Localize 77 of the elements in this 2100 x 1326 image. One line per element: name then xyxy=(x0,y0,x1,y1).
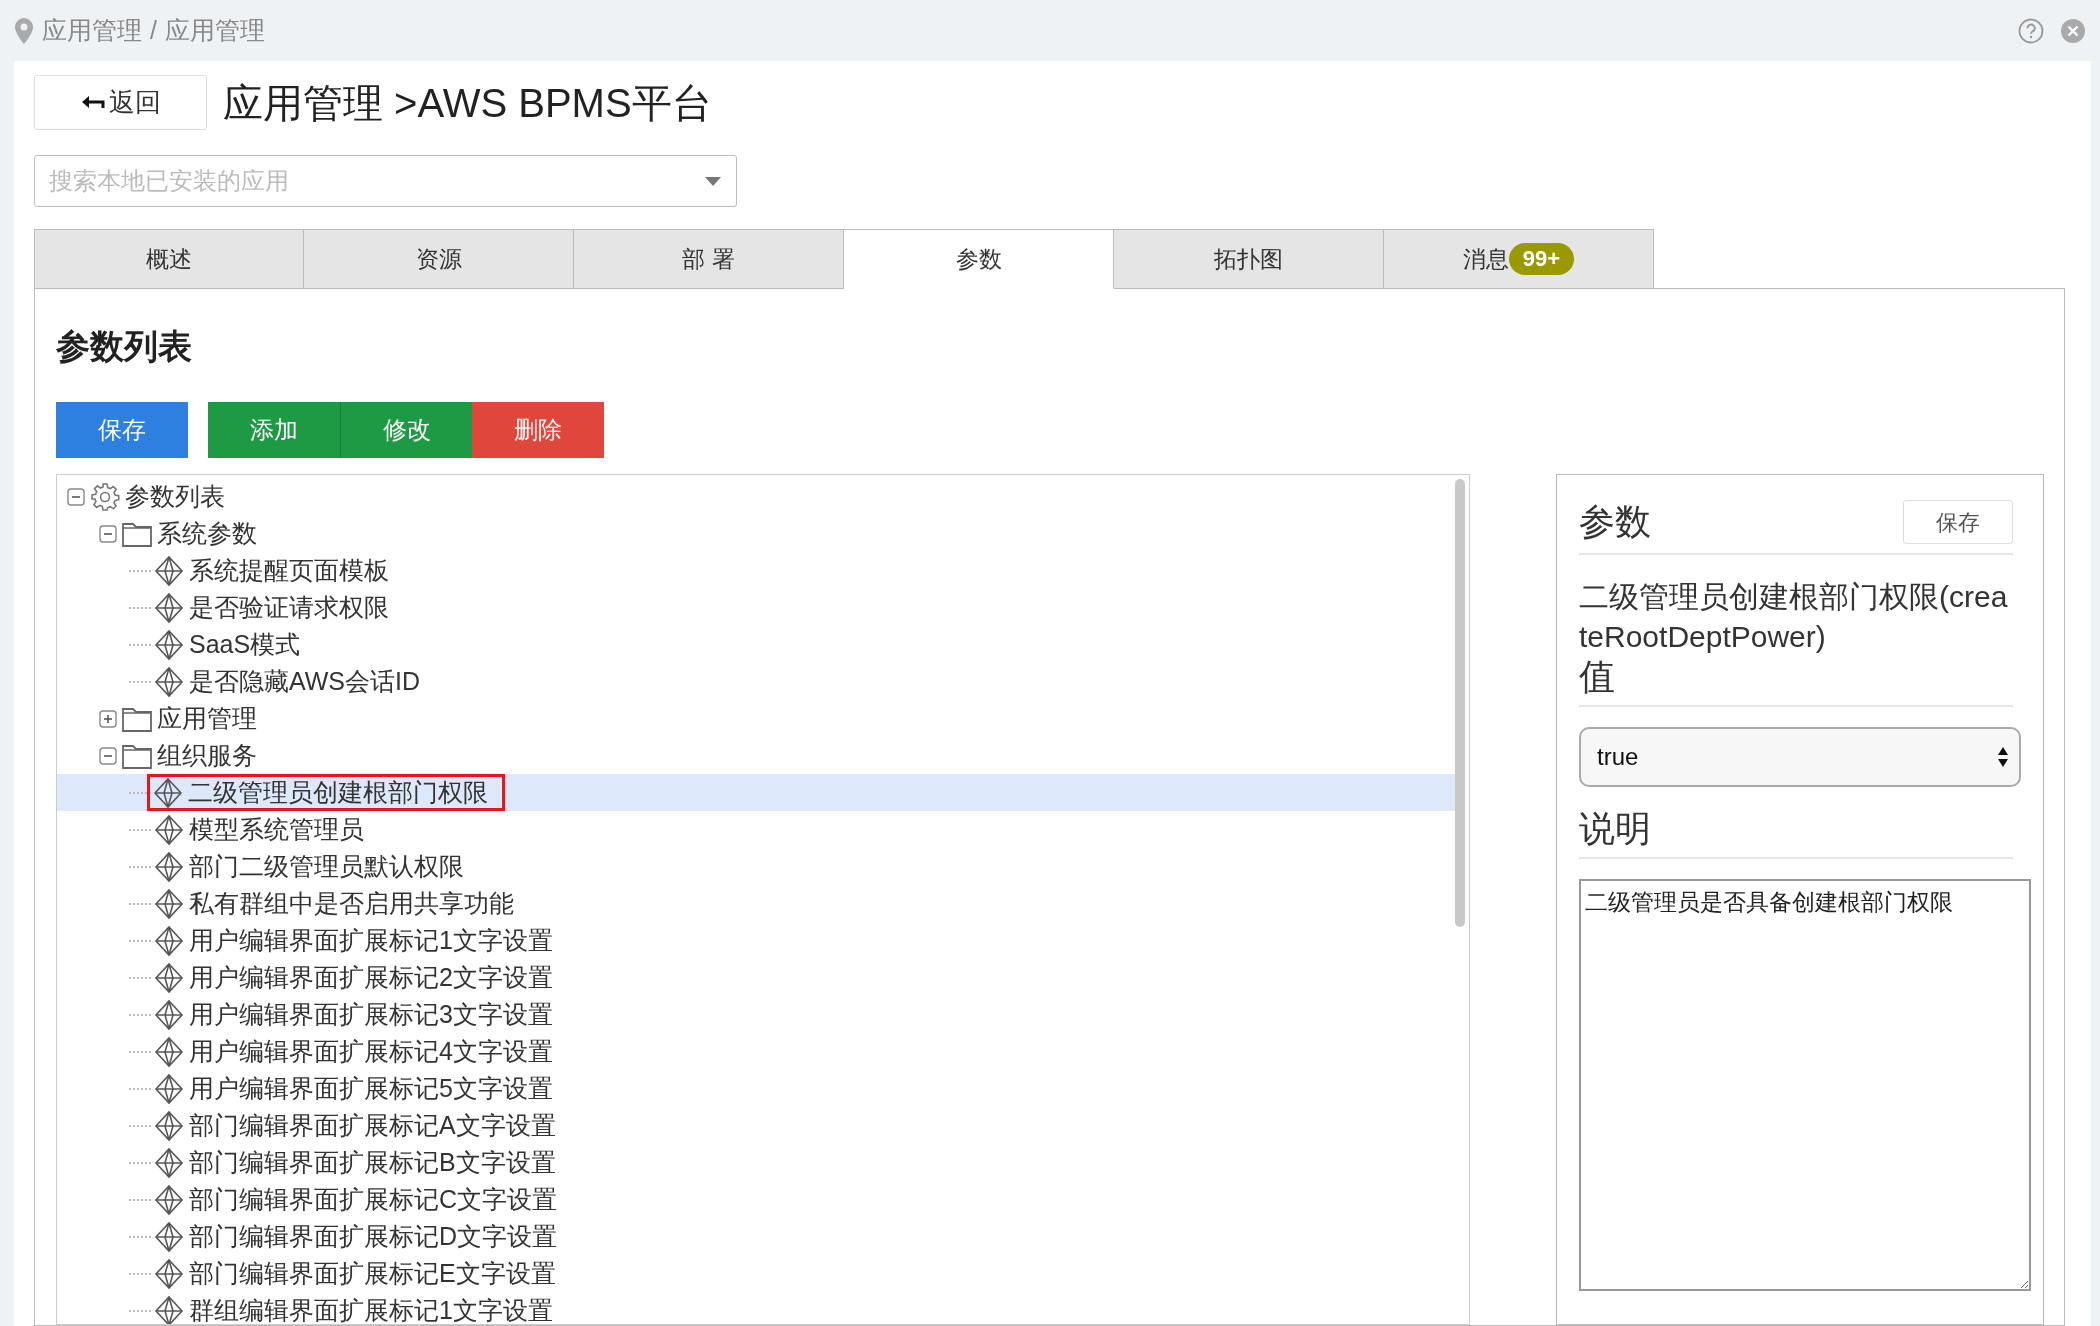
panel-title: 参数 xyxy=(1579,500,1651,544)
diamond-icon xyxy=(153,665,185,698)
tree-item[interactable]: 是否隐藏AWS会话ID xyxy=(57,663,1455,700)
description-textarea[interactable]: 二级管理员是否具备创建根部门权限 xyxy=(1579,879,2031,1291)
delete-button[interactable]: 删除 xyxy=(472,402,604,458)
section-title: 参数列表 xyxy=(56,326,193,367)
caret-down-icon xyxy=(705,177,721,186)
save-button[interactable]: 保存 xyxy=(1903,500,2013,544)
tree-item[interactable]: 部门编辑界面扩展标记B文字设置 xyxy=(57,1144,1455,1181)
tree-item[interactable]: 参数列表 xyxy=(57,478,1455,515)
tree-item[interactable]: 群组编辑界面扩展标记1文字设置 xyxy=(57,1292,1455,1324)
tree-item[interactable]: 系统参数 xyxy=(57,515,1455,552)
diamond-icon xyxy=(153,924,185,957)
tree-item[interactable]: 模型系统管理员 xyxy=(57,811,1455,848)
diamond-icon xyxy=(153,1294,185,1324)
diamond-icon xyxy=(153,1257,185,1290)
diamond-icon xyxy=(152,776,184,809)
back-button[interactable]: 返回 xyxy=(34,75,207,130)
tab[interactable]: 概述 xyxy=(34,229,304,289)
return-arrow-icon xyxy=(80,94,105,111)
scrollbar-thumb[interactable] xyxy=(1455,479,1465,927)
tree-item[interactable]: 用户编辑界面扩展标记1文字设置 xyxy=(57,922,1455,959)
tree-item[interactable]: SaaS模式 xyxy=(57,626,1455,663)
diamond-icon xyxy=(153,850,185,883)
app-search-select[interactable]: 搜索本地已安装的应用 xyxy=(34,155,737,207)
diamond-icon xyxy=(153,1183,185,1216)
tree-item[interactable]: 用户编辑界面扩展标记2文字设置 xyxy=(57,959,1455,996)
tree-item[interactable]: 私有群组中是否启用共享功能 xyxy=(57,885,1455,922)
diamond-icon xyxy=(153,628,185,661)
tab[interactable]: 参数 xyxy=(844,229,1114,289)
diamond-icon xyxy=(153,887,185,920)
diamond-icon xyxy=(153,591,185,624)
tab[interactable]: 消息 99+ xyxy=(1384,229,1654,289)
diamond-icon xyxy=(153,1072,185,1105)
tree-item[interactable]: 是否验证请求权限 xyxy=(57,589,1455,626)
tree-item[interactable]: 部门编辑界面扩展标记E文字设置 xyxy=(57,1255,1455,1292)
parameter-name: 二级管理员创建根部门权限(createRootDeptPower) xyxy=(1579,579,2009,655)
help-icon[interactable] xyxy=(2018,17,2044,44)
tree-item[interactable]: 应用管理 xyxy=(57,700,1455,737)
collapse-toggle[interactable] xyxy=(99,746,117,765)
collapse-toggle[interactable] xyxy=(99,524,117,543)
diamond-icon xyxy=(153,998,185,1031)
collapse-toggle[interactable] xyxy=(67,487,85,506)
count-badge: 99+ xyxy=(1508,243,1575,275)
value-select[interactable]: true xyxy=(1579,727,2021,787)
diamond-icon xyxy=(153,813,185,846)
diamond-icon xyxy=(153,1220,185,1253)
updown-arrows-icon xyxy=(1997,746,2009,768)
tree-item[interactable]: 部门二级管理员默认权限 xyxy=(57,848,1455,885)
action-button[interactable]: 修改 xyxy=(340,402,472,458)
tree-item[interactable]: 用户编辑界面扩展标记3文字设置 xyxy=(57,996,1455,1033)
tree-item[interactable]: 用户编辑界面扩展标记4文字设置 xyxy=(57,1033,1455,1070)
close-icon[interactable] xyxy=(2060,17,2086,44)
tree-item[interactable]: 二级管理员创建根部门权限 xyxy=(57,774,1455,811)
field-label: 说明 xyxy=(1579,809,2013,859)
action-button[interactable]: 添加 xyxy=(208,402,340,458)
field-label: 值 xyxy=(1579,657,2013,707)
expand-toggle[interactable] xyxy=(99,709,117,728)
tree-item[interactable]: 部门编辑界面扩展标记C文字设置 xyxy=(57,1181,1455,1218)
tab[interactable]: 资源 xyxy=(304,229,574,289)
tree-item[interactable]: 部门编辑界面扩展标记D文字设置 xyxy=(57,1218,1455,1255)
breadcrumb-separator: / xyxy=(150,14,157,46)
save-button[interactable]: 保存 xyxy=(56,402,188,458)
tree-item[interactable]: 用户编辑界面扩展标记5文字设置 xyxy=(57,1070,1455,1107)
gear-icon xyxy=(89,480,121,513)
diamond-icon xyxy=(153,961,185,994)
page-title: 应用管理 >AWS BPMS平台 xyxy=(223,79,712,127)
diamond-icon xyxy=(153,1035,185,1068)
tab[interactable]: 拓扑图 xyxy=(1114,229,1384,289)
diamond-icon xyxy=(153,554,185,587)
tree-item[interactable]: 组织服务 xyxy=(57,737,1455,774)
tree-item[interactable]: 部门编辑界面扩展标记A文字设置 xyxy=(57,1107,1455,1144)
tree-item[interactable]: 系统提醒页面模板 xyxy=(57,552,1455,589)
location-pin-icon xyxy=(14,16,34,45)
tab[interactable]: 部 署 xyxy=(574,229,844,289)
diamond-icon xyxy=(153,1146,185,1179)
diamond-icon xyxy=(153,1109,185,1142)
